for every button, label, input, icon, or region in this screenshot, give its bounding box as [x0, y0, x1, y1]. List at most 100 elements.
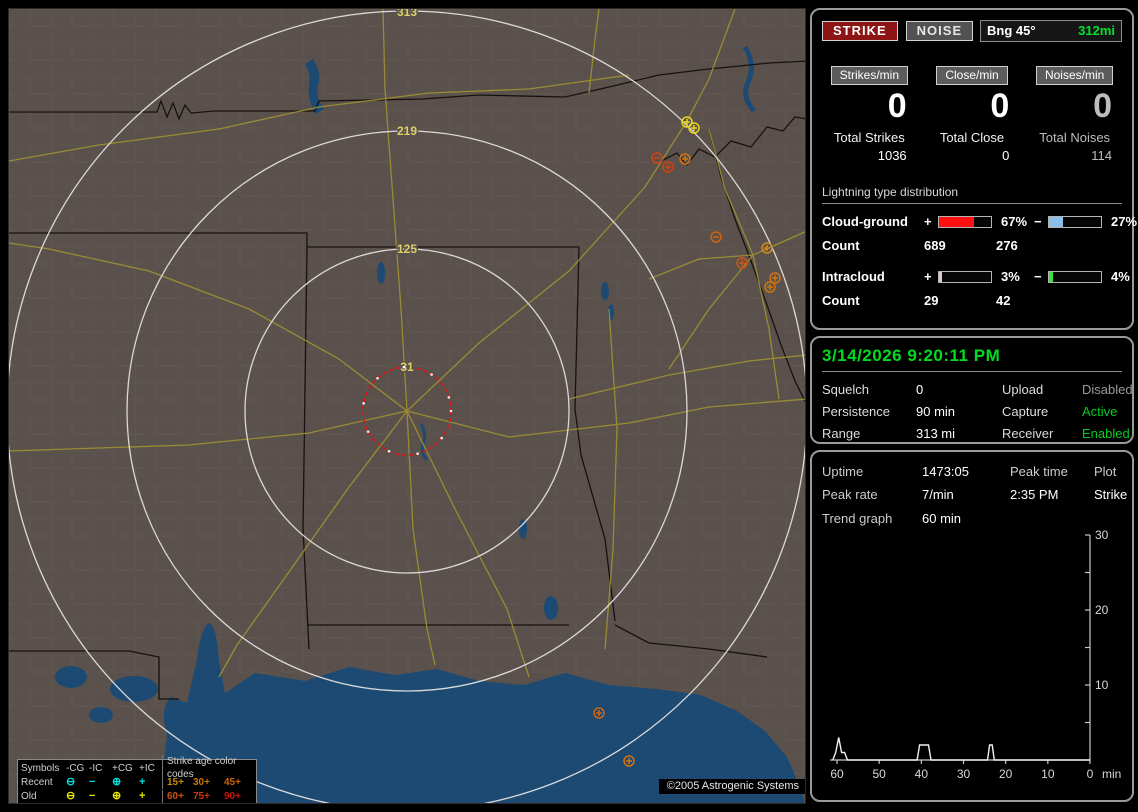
cloud-ground-row: Cloud-ground + 67% − 27%	[822, 214, 1137, 229]
legend-pcg-header: +CG	[112, 762, 133, 774]
ring-label-219: 219	[397, 124, 417, 138]
peak-time-label: Peak time	[1010, 464, 1068, 479]
cg-count-row: Count 689 276	[822, 238, 1122, 253]
count-label: Count	[822, 238, 860, 253]
ring-label-313: 313	[397, 9, 417, 19]
map-canvas[interactable]: 313 219 125 31	[9, 9, 806, 804]
strikes-per-min-button[interactable]: Strikes/min	[830, 66, 908, 85]
receiver-label: Receiver	[1002, 426, 1054, 441]
datetime-display: 3/14/2026 9:20:11 PM	[822, 346, 1122, 372]
noises-counter: Noises/min 0 Total Noises 114	[1027, 66, 1122, 163]
svg-text:30: 30	[957, 767, 971, 781]
capture-status: Active	[1082, 404, 1118, 419]
strikes-counter: Strikes/min 0 Total Strikes 1036	[822, 66, 917, 163]
age-code: 15+	[162, 775, 193, 789]
cg-negative-bar	[1048, 215, 1102, 228]
svg-text:min: min	[1102, 767, 1121, 781]
circle-plus-icon: ⊕	[112, 775, 122, 788]
cg-negative-count: 276	[996, 238, 1018, 253]
trend-panel: Uptime 1473:05 Peak time Plot Peak rate …	[810, 450, 1134, 802]
upload-status: Disabled	[1082, 382, 1133, 397]
status-panel: 3/14/2026 9:20:11 PM Squelch 0 Upload Di…	[810, 336, 1134, 444]
ring-dot	[416, 452, 419, 455]
noises-per-min-button[interactable]: Noises/min	[1035, 66, 1114, 85]
svg-text:10: 10	[1095, 678, 1109, 692]
cg-positive-bar	[938, 215, 992, 228]
ic-negative-count: 42	[996, 293, 1011, 308]
circle-plus-icon: ⊕	[112, 789, 122, 802]
age-code: 60+	[162, 789, 193, 803]
upload-label: Upload	[1002, 382, 1044, 397]
ic-positive-count: 29	[924, 293, 939, 308]
age-code: 75+	[193, 790, 210, 802]
age-code: 90+	[224, 790, 241, 802]
ic-negative-bar	[1048, 270, 1102, 283]
strike-mode-button[interactable]: STRIKE	[822, 21, 898, 41]
plus-icon: +	[139, 789, 146, 802]
map-legend: Symbols -CG -IC +CG +IC Strike age color…	[17, 755, 257, 803]
ic-positive-bar	[938, 270, 992, 283]
uptime-label: Uptime	[822, 464, 864, 479]
persistence-value: 90 min	[916, 404, 956, 419]
trend-graph-value: 60 min	[922, 511, 962, 526]
close-per-min-value: 0	[990, 87, 1010, 125]
ic-positive-pct: 3%	[1001, 269, 1020, 284]
svg-text:50: 50	[872, 767, 886, 781]
count-label: Count	[822, 293, 860, 308]
minus-icon: −	[89, 789, 96, 802]
legend-pic-header: +IC	[139, 762, 155, 774]
squelch-label: Squelch	[822, 382, 869, 397]
trend-graph-chart: 60 50 40 30 20 10 0 10 20 30 min	[830, 528, 1121, 781]
noises-per-min-value: 0	[1093, 87, 1112, 125]
close-counter: Close/min 0 Total Close 0	[925, 66, 1020, 163]
svg-text:10: 10	[1041, 767, 1055, 781]
legend-old-label: Old	[21, 790, 37, 802]
squelch-value: 0	[916, 382, 924, 397]
ring-dot	[376, 377, 379, 380]
range-label: Range	[822, 426, 861, 441]
cg-positive-count: 689	[924, 238, 946, 253]
age-code: 30+	[193, 776, 210, 788]
ring-dot	[430, 373, 433, 376]
plus-icon: +	[139, 775, 146, 788]
capture-label: Capture	[1002, 404, 1049, 419]
svg-text:20: 20	[999, 767, 1013, 781]
svg-text:40: 40	[915, 767, 929, 781]
bearing-display: Bng 45° 312mi	[980, 20, 1122, 42]
receiver-status: Enabled	[1082, 426, 1130, 441]
legend-nic-header: -IC	[89, 762, 103, 774]
ring-dot	[402, 365, 406, 369]
noise-mode-button[interactable]: NOISE	[905, 21, 974, 41]
ring-dot	[449, 409, 453, 413]
trend-graph-row: Trend graph 60 min	[822, 511, 1122, 526]
copyright-text: ©2005 Astrogenic Systems	[658, 779, 805, 794]
legend-symbols-header: Symbols	[21, 762, 60, 774]
svg-text:60: 60	[830, 767, 844, 781]
sidebar: STRIKE NOISE Bng 45° 312mi Strikes/min 0…	[810, 8, 1137, 802]
total-close-label: Total Close	[939, 130, 1005, 145]
circle-minus-icon: ⊖	[66, 789, 76, 802]
peak-time-value: 2:35 PM	[1010, 487, 1059, 502]
mode-button-row: STRIKE NOISE Bng 45° 312mi	[822, 20, 1122, 42]
ring-dot	[387, 449, 391, 453]
distribution-title: Lightning type distribution	[822, 185, 1122, 204]
trend-graph-label: Trend graph	[822, 511, 893, 526]
rate-counters: Strikes/min 0 Total Strikes 1036 Close/m…	[822, 66, 1122, 163]
total-noises-value: 114	[1091, 148, 1112, 163]
cg-positive-pct: 67%	[1001, 214, 1028, 229]
strikes-per-min-value: 0	[887, 87, 907, 125]
legend-recent-label: Recent	[21, 776, 53, 788]
ring-label-125: 125	[397, 242, 417, 256]
ring-dot	[440, 436, 443, 440]
legend-ncg-header: -CG	[66, 762, 85, 774]
app-window: 313 219 125 31 Symbols -CG -IC +CG +IC Stri…	[0, 0, 1138, 812]
strike-map[interactable]: 313 219 125 31 Symbols -CG -IC +CG +IC Stri…	[8, 8, 806, 804]
peak-rate-value: 7/min	[922, 487, 954, 502]
minus-sign: −	[1034, 269, 1042, 284]
uptime-value: 1473:05	[922, 464, 969, 479]
settings-grid: Squelch 0 Upload Disabled Persistence 90…	[822, 382, 1133, 441]
intracloud-row: Intracloud + 3% − 4%	[822, 269, 1130, 284]
close-per-min-button[interactable]: Close/min	[936, 66, 1008, 85]
ic-count-row: Count 29 42	[822, 293, 1122, 308]
minus-sign: −	[1034, 214, 1042, 229]
